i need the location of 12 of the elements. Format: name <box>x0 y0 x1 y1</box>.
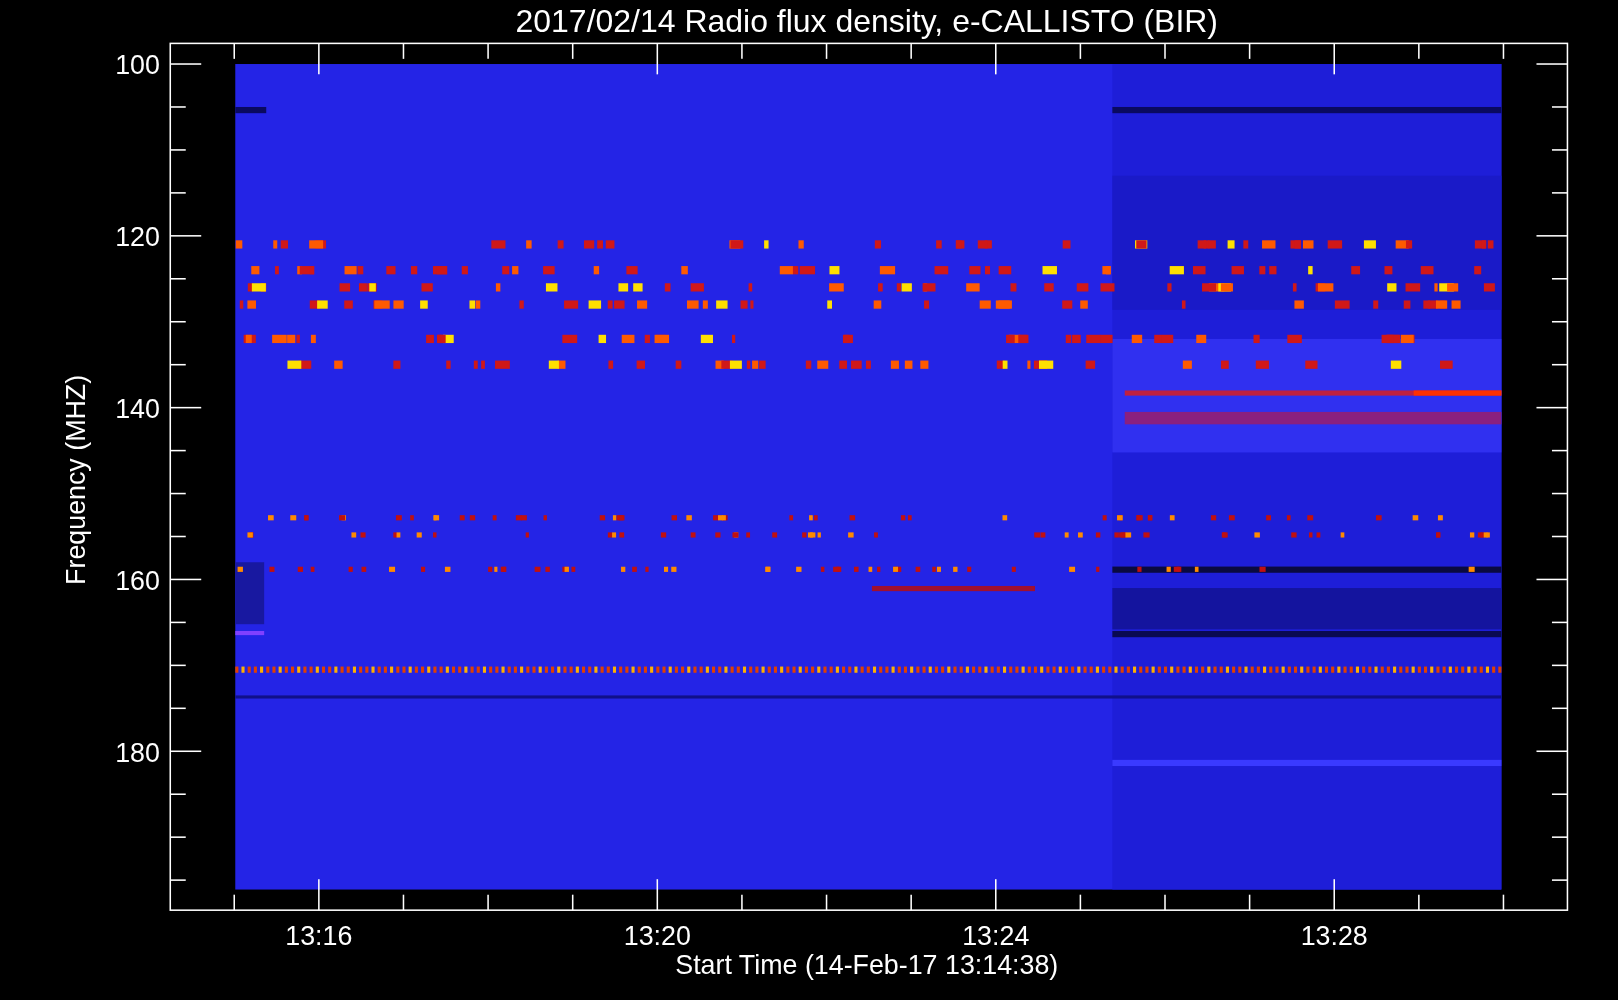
x-axis-label: Start Time (14-Feb-17 13:14:38) <box>675 950 1059 981</box>
y-tick-label: 140 <box>115 393 160 424</box>
chart-title: 2017/02/14 Radio flux density, e-CALLISTO (BIR) <box>515 3 1219 40</box>
x-tick-label: 13:20 <box>623 921 691 952</box>
y-tick-label: 180 <box>115 737 160 768</box>
y-tick-label: 120 <box>115 222 160 253</box>
x-tick-label: 13:16 <box>285 921 353 952</box>
y-axis-label: Frequency (MHZ) <box>60 374 91 585</box>
x-tick-label: 13:24 <box>962 921 1030 952</box>
y-tick-label: 160 <box>115 565 160 596</box>
x-tick-label: 13:28 <box>1300 921 1368 952</box>
y-tick-label: 100 <box>115 50 160 81</box>
